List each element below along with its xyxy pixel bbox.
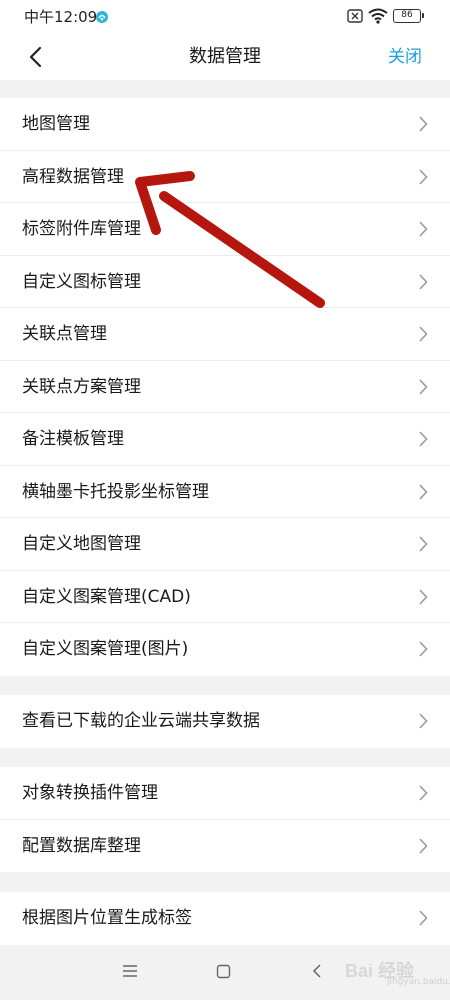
menu-item-elevation-data-management[interactable]: 高程数据管理	[0, 151, 450, 203]
chevron-right-icon	[419, 785, 428, 801]
chevron-right-icon	[419, 910, 428, 926]
close-button[interactable]: 关闭	[388, 34, 422, 80]
back-button[interactable]	[20, 40, 54, 74]
chevron-right-icon	[419, 273, 428, 290]
back-icon[interactable]	[311, 963, 323, 979]
app-notification-icon	[96, 11, 108, 23]
menu-item-custom-pattern-image[interactable]: 自定义图案管理(图片)	[0, 623, 450, 676]
sim-icon	[347, 9, 363, 23]
menu-item-label: 地图管理	[22, 114, 90, 134]
menu-item-label: 查看已下载的企业云端共享数据	[22, 711, 260, 731]
menu-item-label: 自定义图标管理	[22, 271, 141, 292]
status-bar: 中午12:09 86	[0, 0, 450, 34]
menu-item-enterprise-cloud-shared-data[interactable]: 查看已下载的企业云端共享数据	[0, 695, 450, 748]
watermark-sub: jingyan.baidu.com	[387, 977, 450, 987]
baidu-jingyan-watermark: Bai 经验 jingyan.baidu.com	[335, 955, 450, 989]
menu-item-map-management[interactable]: 地图管理	[0, 98, 450, 151]
chevron-right-icon	[419, 168, 428, 185]
menu-item-label: 对象转换插件管理	[22, 783, 158, 803]
menu-item-label: 根据图片位置生成标签	[22, 908, 192, 928]
menu-item-label: 配置数据库整理	[22, 835, 141, 856]
menu-item-label: 备注模板管理	[22, 429, 124, 449]
menu-group-data-management: 地图管理 高程数据管理 标签附件库管理 自定义图标管理 关联点管理 关联点方案管…	[0, 98, 450, 676]
menu-item-custom-map-management[interactable]: 自定义地图管理	[0, 518, 450, 571]
menu-item-tag-attachment-library[interactable]: 标签附件库管理	[0, 203, 450, 256]
menu-group-plugins: 对象转换插件管理 配置数据库整理	[0, 767, 450, 872]
menu-item-note-template-management[interactable]: 备注模板管理	[0, 413, 450, 466]
menu-icon[interactable]	[121, 964, 139, 978]
chevron-left-icon	[29, 46, 42, 68]
chevron-right-icon	[419, 378, 428, 395]
chevron-right-icon	[419, 588, 428, 605]
title-bar: 数据管理 关闭	[0, 34, 450, 80]
menu-item-database-cleanup[interactable]: 配置数据库整理	[0, 820, 450, 873]
menu-group-cloud: 查看已下载的企业云端共享数据	[0, 695, 450, 748]
menu-item-link-point-scheme-management[interactable]: 关联点方案管理	[0, 361, 450, 413]
menu-item-utm-coordinate-management[interactable]: 横轴墨卡托投影坐标管理	[0, 466, 450, 518]
menu-item-label: 高程数据管理	[22, 166, 124, 187]
page-title: 数据管理	[189, 46, 261, 67]
chevron-right-icon	[419, 536, 428, 552]
menu-item-label: 自定义图案管理(图片)	[22, 639, 189, 659]
chevron-right-icon	[419, 837, 428, 854]
chevron-right-icon	[419, 116, 428, 132]
menu-item-label: 自定义图案管理(CAD)	[22, 586, 191, 607]
menu-group-tags: 根据图片位置生成标签	[0, 892, 450, 945]
wifi-icon	[368, 8, 388, 24]
menu-item-custom-icon-management[interactable]: 自定义图标管理	[0, 256, 450, 308]
menu-item-label: 横轴墨卡托投影坐标管理	[22, 481, 209, 502]
chevron-right-icon	[419, 483, 428, 500]
menu-item-label: 自定义地图管理	[22, 534, 141, 554]
status-time: 中午12:09	[24, 8, 98, 26]
menu-item-object-conversion-plugin[interactable]: 对象转换插件管理	[0, 767, 450, 820]
menu-item-label: 关联点方案管理	[22, 376, 141, 397]
home-icon[interactable]	[216, 964, 231, 979]
chevron-right-icon	[419, 221, 428, 237]
menu-item-generate-tags-from-photo-location[interactable]: 根据图片位置生成标签	[0, 892, 450, 945]
menu-item-link-point-management[interactable]: 关联点管理	[0, 308, 450, 361]
chevron-right-icon	[419, 431, 428, 447]
battery-icon: 86	[393, 9, 424, 23]
system-nav-bar: Bai 经验 jingyan.baidu.com	[0, 945, 450, 1000]
chevron-right-icon	[419, 641, 428, 657]
menu-item-label: 关联点管理	[22, 324, 107, 344]
menu-item-custom-pattern-cad[interactable]: 自定义图案管理(CAD)	[0, 571, 450, 623]
chevron-right-icon	[419, 326, 428, 342]
chevron-right-icon	[419, 713, 428, 729]
menu-item-label: 标签附件库管理	[22, 219, 141, 239]
